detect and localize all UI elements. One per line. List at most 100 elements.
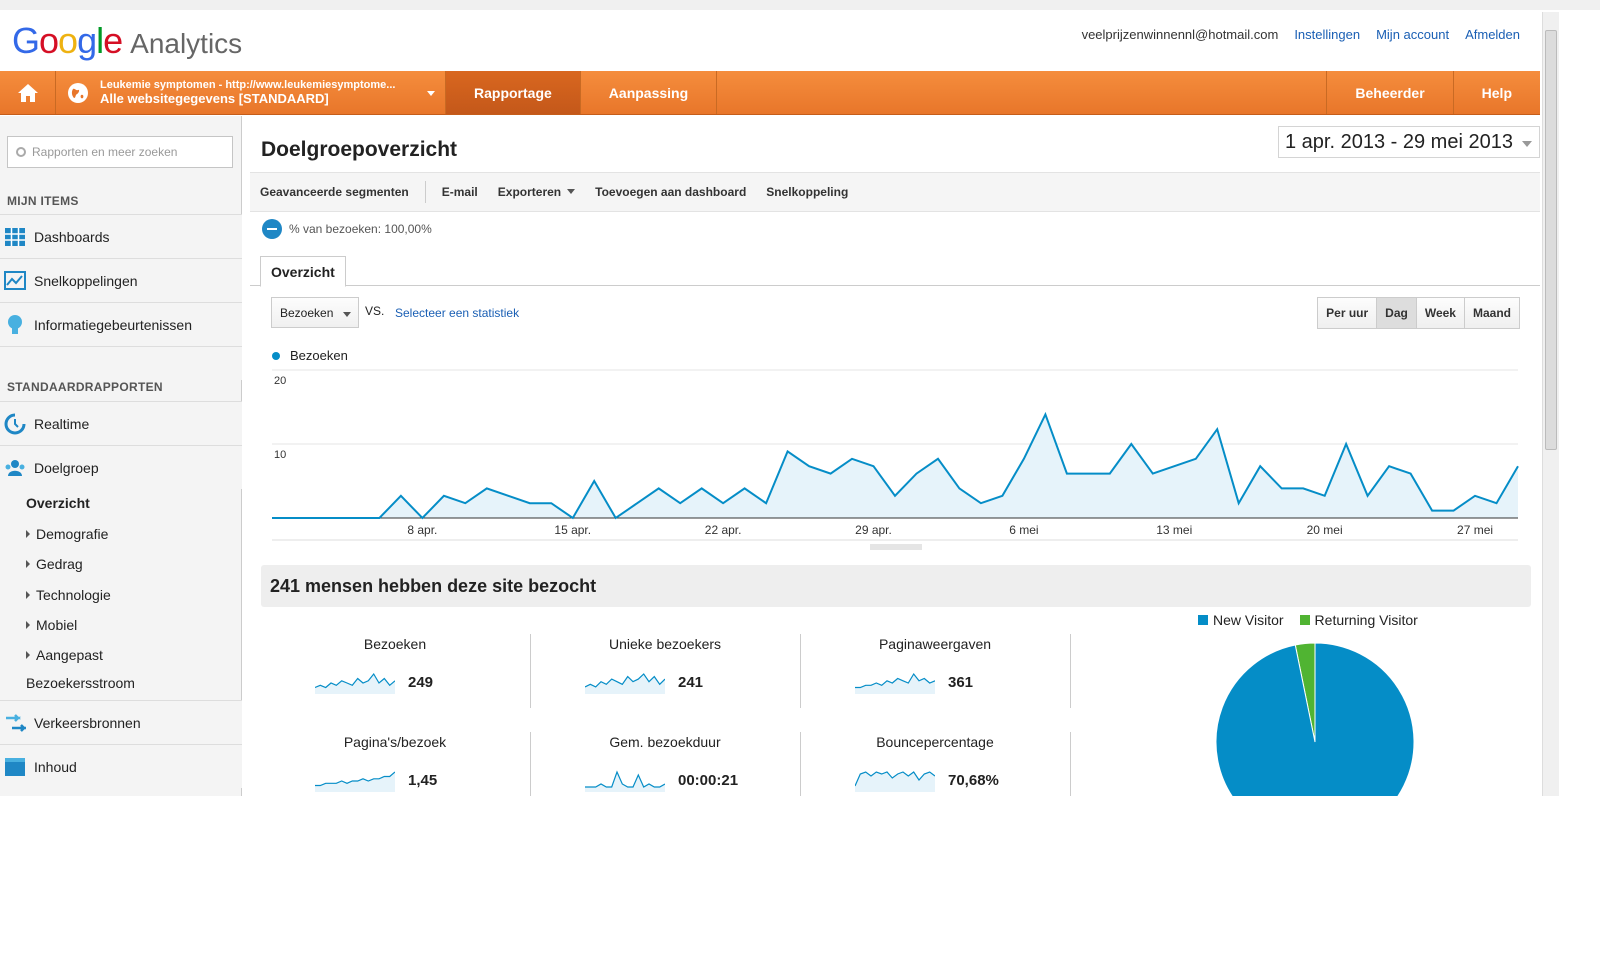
metric-divider	[530, 634, 531, 708]
tab-beheerder[interactable]: Beheerder	[1326, 71, 1452, 114]
sidebar-sub-technologie[interactable]: Technologie	[26, 587, 111, 603]
sign-out-link[interactable]: Afmelden	[1465, 27, 1520, 42]
top-header: Google Analytics veelprijzenwinnennl@hotm…	[0, 0, 1600, 73]
sidebar-item-dashboards[interactable]: Dashboards	[0, 214, 242, 258]
caret-right-icon	[26, 591, 30, 599]
sparkline	[585, 770, 665, 792]
sidebar-sub-mobiel[interactable]: Mobiel	[26, 617, 77, 633]
chart-legend: Bezoeken	[272, 348, 348, 363]
report-search-input[interactable]: Rapporten en meer zoeken	[7, 136, 233, 168]
settings-link[interactable]: Instellingen	[1294, 27, 1360, 42]
tab-help[interactable]: Help	[1452, 71, 1540, 114]
legend-new-visitor: New Visitor	[1198, 612, 1284, 628]
sparkline	[315, 672, 395, 694]
scrollbar-thumb[interactable]	[1545, 30, 1557, 450]
granularity-hour-button[interactable]: Per uur	[1318, 298, 1377, 328]
realtime-clock-icon	[4, 413, 26, 434]
metric-name: Paginaweergaven	[878, 636, 992, 652]
date-range-picker[interactable]: 1 apr. 2013 - 29 mei 2013	[1278, 126, 1540, 158]
metric-card[interactable]: Bezoeken 249	[260, 636, 530, 710]
sidebar-item-label: Doelgroep	[34, 459, 99, 476]
metric-value: 00:00:21	[678, 772, 739, 789]
metric-card[interactable]: Paginaweergaven 361	[800, 636, 1070, 710]
search-icon	[16, 147, 26, 157]
legend-swatch	[1198, 615, 1208, 625]
metric-divider	[530, 732, 531, 806]
legend-label: Returning Visitor	[1314, 612, 1418, 628]
section-my-items: MIJN ITEMS	[7, 194, 79, 208]
main-nav: Leukemie symptomen - http://www.leukemie…	[0, 71, 1540, 115]
metric-value: 70,68%	[948, 772, 999, 789]
granularity-week-button[interactable]: Week	[1415, 298, 1464, 328]
metric-divider	[1070, 732, 1071, 806]
caret-right-icon	[26, 651, 30, 659]
metric-card[interactable]: Unieke bezoekers 241	[530, 636, 800, 710]
google-analytics-logo[interactable]: Google Analytics	[12, 20, 242, 62]
tab-aanpassing[interactable]: Aanpassing	[581, 71, 718, 114]
visits-line-chart[interactable]: 10 20 8 apr. 15 apr. 22 apr. 29 apr. 6 mei 13 m…	[270, 364, 1520, 544]
y-tick-label: 20	[274, 375, 286, 387]
export-button[interactable]: Exporteren	[488, 185, 585, 199]
y-tick-label: 10	[274, 449, 286, 461]
sidebar-item-intelligence-events[interactable]: Informatiegebeurtenissen	[0, 302, 242, 346]
sparkline	[315, 771, 395, 792]
metric-divider	[1070, 634, 1071, 708]
select-statistic-link[interactable]: Selecteer een statistiek	[395, 306, 519, 320]
segment-indicator[interactable]: % van bezoeken: 100,00%	[262, 219, 432, 239]
metric-name: Bouncepercentage	[876, 734, 994, 750]
toolbar-divider	[424, 181, 426, 203]
sub-label: Mobiel	[36, 617, 78, 633]
sparkline	[585, 673, 665, 694]
section-standard-reports: STANDAARDRAPPORTEN	[7, 380, 163, 394]
sidebar-sub-aangepast[interactable]: Aangepast	[26, 647, 103, 663]
sidebar-item-label: Verkeersbronnen	[34, 714, 141, 731]
home-button[interactable]	[0, 71, 56, 114]
sidebar-item-verkeersbronnen[interactable]: Verkeersbronnen	[0, 700, 242, 744]
search-placeholder: Rapporten en meer zoeken	[32, 145, 178, 159]
tab-rapportage[interactable]: Rapportage	[446, 71, 581, 114]
legend-swatch	[1299, 615, 1310, 625]
tab-overzicht[interactable]: Overzicht	[260, 256, 346, 287]
pie-slice-new-visitor[interactable]	[1210, 636, 1420, 796]
x-tick-label: 20 mei	[1307, 523, 1343, 537]
page-title: Doelgroepoverzicht	[261, 138, 458, 161]
metric-name: Gem. bezoekduur	[609, 734, 721, 750]
sidebar-sub-overzicht[interactable]: Overzicht	[26, 495, 90, 511]
globe-icon	[68, 82, 88, 103]
sub-label: Aangepast	[36, 647, 103, 663]
date-range-text: 1 apr. 2013 - 29 mei 2013	[1285, 130, 1513, 153]
email-button[interactable]: E-mail	[432, 185, 488, 199]
sidebar-item-label: Realtime	[34, 415, 90, 432]
property-selector[interactable]: Leukemie symptomen - http://www.leukemie…	[56, 71, 446, 114]
chart-resize-handle[interactable]	[870, 544, 922, 550]
sidebar-divider	[0, 346, 242, 380]
sidebar-item-label: Snelkoppelingen	[34, 272, 138, 289]
sidebar-item-doelgroep[interactable]: Doelgroep	[0, 445, 242, 489]
advanced-segments-button[interactable]: Geavanceerde segmenten	[250, 185, 419, 199]
segment-minus-icon	[262, 219, 282, 239]
metric-select[interactable]: Bezoeken	[271, 297, 359, 328]
content-page-icon	[5, 757, 25, 776]
shortcut-button[interactable]: Snelkoppeling	[756, 185, 858, 199]
chevron-down-icon	[1522, 141, 1532, 147]
sidebar-sub-demografie[interactable]: Demografie	[26, 526, 108, 542]
granularity-month-button[interactable]: Maand	[1463, 298, 1519, 328]
chevron-down-icon	[427, 91, 435, 96]
account-links: veelprijzenwinnennl@hotmail.com Instelli…	[1082, 27, 1520, 42]
account-email: veelprijzenwinnennl@hotmail.com	[1081, 27, 1279, 42]
sidebar-sub-gedrag[interactable]: Gedrag	[26, 556, 83, 572]
granularity-day-button[interactable]: Dag	[1376, 298, 1416, 328]
x-tick-label: 22 apr.	[705, 523, 742, 537]
sidebar-item-shortcuts[interactable]: Snelkoppelingen	[0, 258, 242, 302]
visitor-type-pie-chart[interactable]	[1210, 636, 1420, 796]
x-tick-label: 8 apr.	[407, 523, 437, 537]
sidebar-sub-bezoekersstroom[interactable]: Bezoekersstroom	[26, 675, 135, 691]
my-account-link[interactable]: Mijn account	[1376, 27, 1449, 42]
add-to-dashboard-button[interactable]: Toevoegen aan dashboard	[585, 185, 756, 199]
metric-value: 249	[408, 674, 434, 691]
sparkline	[855, 672, 935, 694]
sidebar-item-realtime[interactable]: Realtime	[0, 401, 242, 445]
sidebar-item-inhoud[interactable]: Inhoud	[0, 744, 242, 788]
page-scrollbar[interactable]	[1542, 12, 1559, 796]
x-tick-label: 13 mei	[1156, 523, 1192, 537]
